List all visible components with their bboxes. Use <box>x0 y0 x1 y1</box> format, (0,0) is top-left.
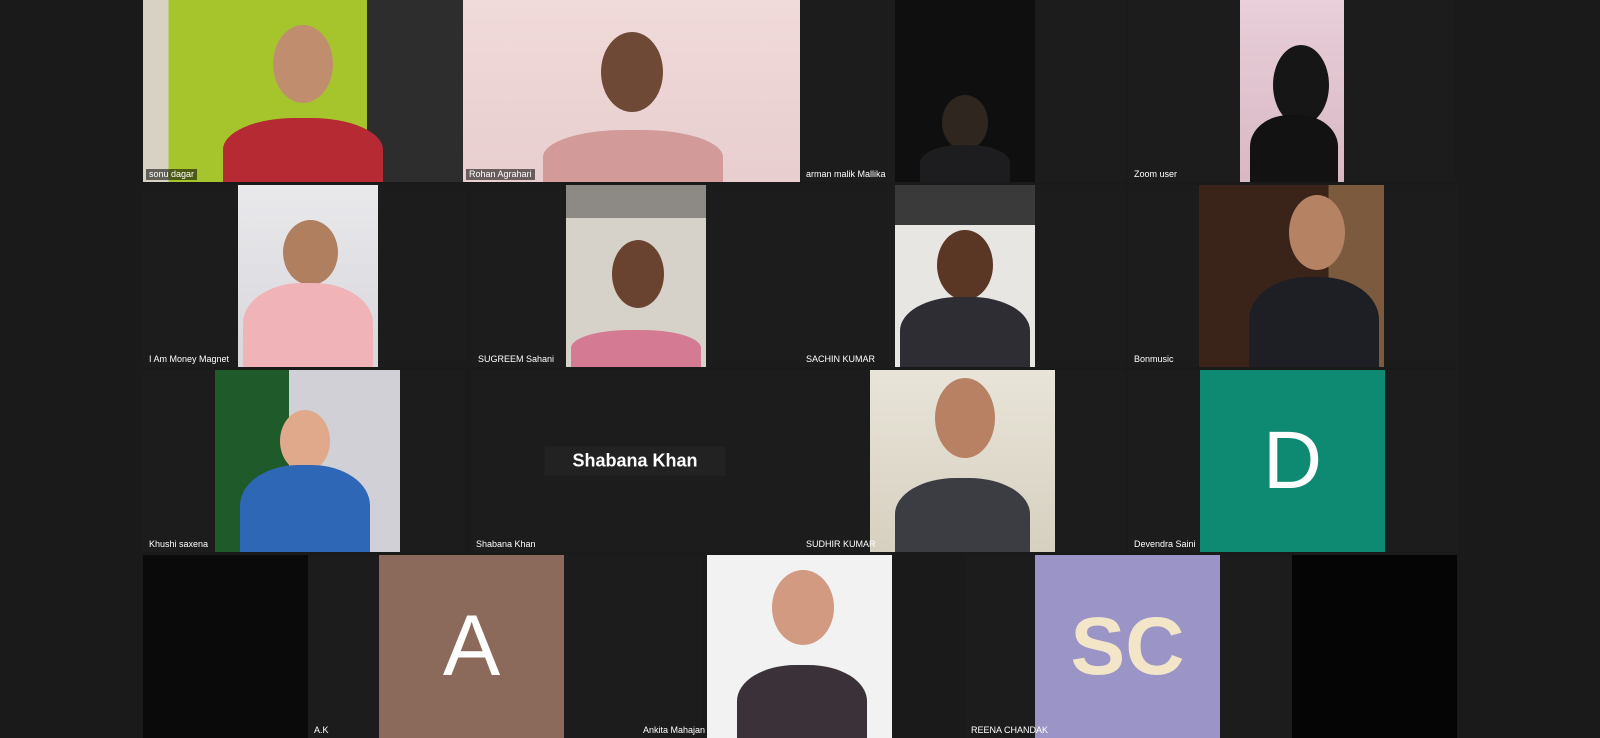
participant-name: SUGREEM Sahani <box>478 354 555 364</box>
participant-tile[interactable]: Khushi saxena <box>143 370 465 552</box>
participant-silhouette <box>238 185 378 367</box>
participant-video <box>707 555 892 738</box>
participant-tile[interactable]: Rohan Agrahari <box>463 0 800 182</box>
participant-tile[interactable]: SACHIN KUMAR <box>800 185 1125 367</box>
participant-tile[interactable] <box>143 555 308 738</box>
participant-video <box>870 370 1055 552</box>
participant-name: sonu dagar <box>146 169 198 180</box>
participant-silhouette <box>890 370 1035 552</box>
participant-tile[interactable]: Zoom user <box>1128 0 1455 182</box>
participant-name: SUDHIR KUMAR <box>806 539 876 549</box>
participant-name: Bonmusic <box>1134 354 1174 364</box>
participant-avatar: SC <box>1035 555 1220 738</box>
avatar-initials: A <box>442 598 501 694</box>
participant-avatar: A <box>379 555 564 738</box>
participant-video <box>463 0 800 182</box>
participant-name: Shabana Khan <box>476 539 536 549</box>
participant-silhouette <box>920 0 1010 182</box>
participant-silhouette <box>533 0 733 182</box>
participant-silhouette <box>235 370 375 552</box>
participant-tile[interactable]: SC REENA CHANDAK <box>965 555 1457 738</box>
participant-silhouette <box>895 185 1035 367</box>
participant-name: Zoom user <box>1134 169 1178 179</box>
participant-name: A.K <box>314 725 329 735</box>
participant-video <box>1240 0 1344 182</box>
participant-silhouette <box>566 185 706 367</box>
participant-tile[interactable]: Shabana Khan Shabana Khan <box>470 370 800 552</box>
participant-video <box>143 0 463 182</box>
participant-tile[interactable]: SUDHIR KUMAR <box>800 370 1125 552</box>
avatar-initials: SC <box>1070 600 1185 692</box>
participant-name: Khushi saxena <box>149 539 209 549</box>
participant-silhouette <box>732 555 872 738</box>
participant-name: I Am Money Magnet <box>149 354 230 364</box>
avatar-initials: D <box>1262 415 1323 506</box>
participant-video <box>895 185 1035 367</box>
participant-video <box>566 185 706 367</box>
participant-name: Rohan Agrahari <box>466 169 535 180</box>
participant-name: SACHIN KUMAR <box>806 354 876 364</box>
participant-tile[interactable]: Bonmusic <box>1128 185 1458 367</box>
participant-name: arman malik Mallika <box>806 169 886 179</box>
participant-tile[interactable]: I Am Money Magnet <box>143 185 465 367</box>
participant-tile[interactable]: arman malik Mallika <box>800 0 1125 182</box>
participant-tile[interactable]: sonu dagar <box>143 0 463 182</box>
participant-silhouette <box>1245 0 1340 182</box>
empty-video-area <box>1292 555 1457 738</box>
participant-tile[interactable]: D Devendra Saini <box>1128 370 1458 552</box>
participant-name: Ankita Mahajan <box>643 725 706 735</box>
participant-video <box>215 370 400 552</box>
participant-video <box>895 0 1035 182</box>
participant-avatar: D <box>1200 370 1385 552</box>
participant-silhouette <box>1239 185 1379 367</box>
video-gallery: sonu dagar Rohan Agrahari arman malik Ma… <box>0 0 1600 738</box>
participant-video <box>238 185 378 367</box>
participant-tile[interactable]: SUGREEM Sahani <box>472 185 805 367</box>
participant-name: Devendra Saini <box>1134 539 1196 549</box>
participant-name: REENA CHANDAK <box>971 725 1049 735</box>
featured-speaker-name: Shabana Khan <box>544 446 726 476</box>
participant-video <box>1199 185 1384 367</box>
participant-silhouette <box>203 0 403 182</box>
